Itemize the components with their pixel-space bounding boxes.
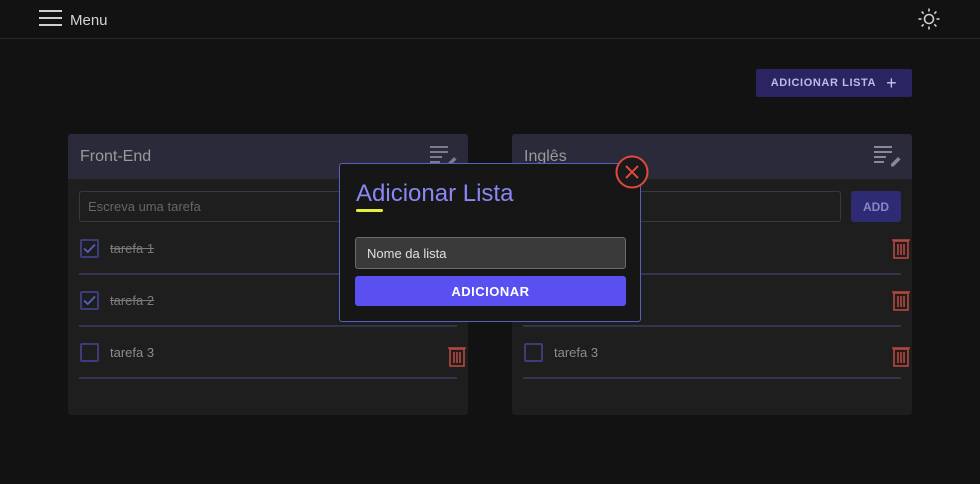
task-text: tarefa 2	[110, 293, 155, 308]
modal-title: Adicionar Lista	[356, 180, 514, 207]
trash-icon[interactable]	[892, 238, 910, 260]
task-text: tarefa 1	[110, 241, 155, 256]
task-text: tarefa 3	[554, 345, 599, 360]
trash-icon[interactable]	[892, 346, 910, 368]
add-list-button[interactable]: ADICIONAR LISTA +	[756, 69, 912, 97]
menu-label: Menu	[70, 11, 108, 29]
trash-icon[interactable]	[448, 346, 466, 368]
add-list-submit-button[interactable]: ADICIONAR	[355, 276, 626, 306]
card-title: Front-End	[80, 148, 152, 165]
add-task-button[interactable]: ADD	[851, 191, 901, 222]
title-underline	[356, 209, 383, 212]
top-bar: Menu	[0, 0, 980, 39]
list-name-input[interactable]	[355, 237, 626, 269]
sun-icon[interactable]	[918, 8, 940, 30]
task-row: tarefa 3	[79, 335, 466, 379]
trash-icon[interactable]	[892, 290, 910, 312]
edit-list-icon[interactable]	[874, 144, 902, 168]
add-list-modal: Adicionar Lista ADICIONAR	[339, 163, 641, 322]
task-checkbox[interactable]	[80, 343, 99, 362]
task-text: tarefa 3	[110, 345, 155, 360]
menu-button[interactable]: Menu	[39, 9, 108, 31]
task-checkbox[interactable]	[80, 291, 99, 310]
close-circle-icon[interactable]	[615, 155, 649, 189]
task-checkbox[interactable]	[524, 343, 543, 362]
plus-icon: +	[886, 73, 898, 93]
add-list-label: ADICIONAR LISTA	[770, 77, 877, 89]
hamburger-icon	[39, 9, 62, 31]
task-checkbox[interactable]	[80, 239, 99, 258]
task-row: tarefa 3	[523, 335, 910, 379]
